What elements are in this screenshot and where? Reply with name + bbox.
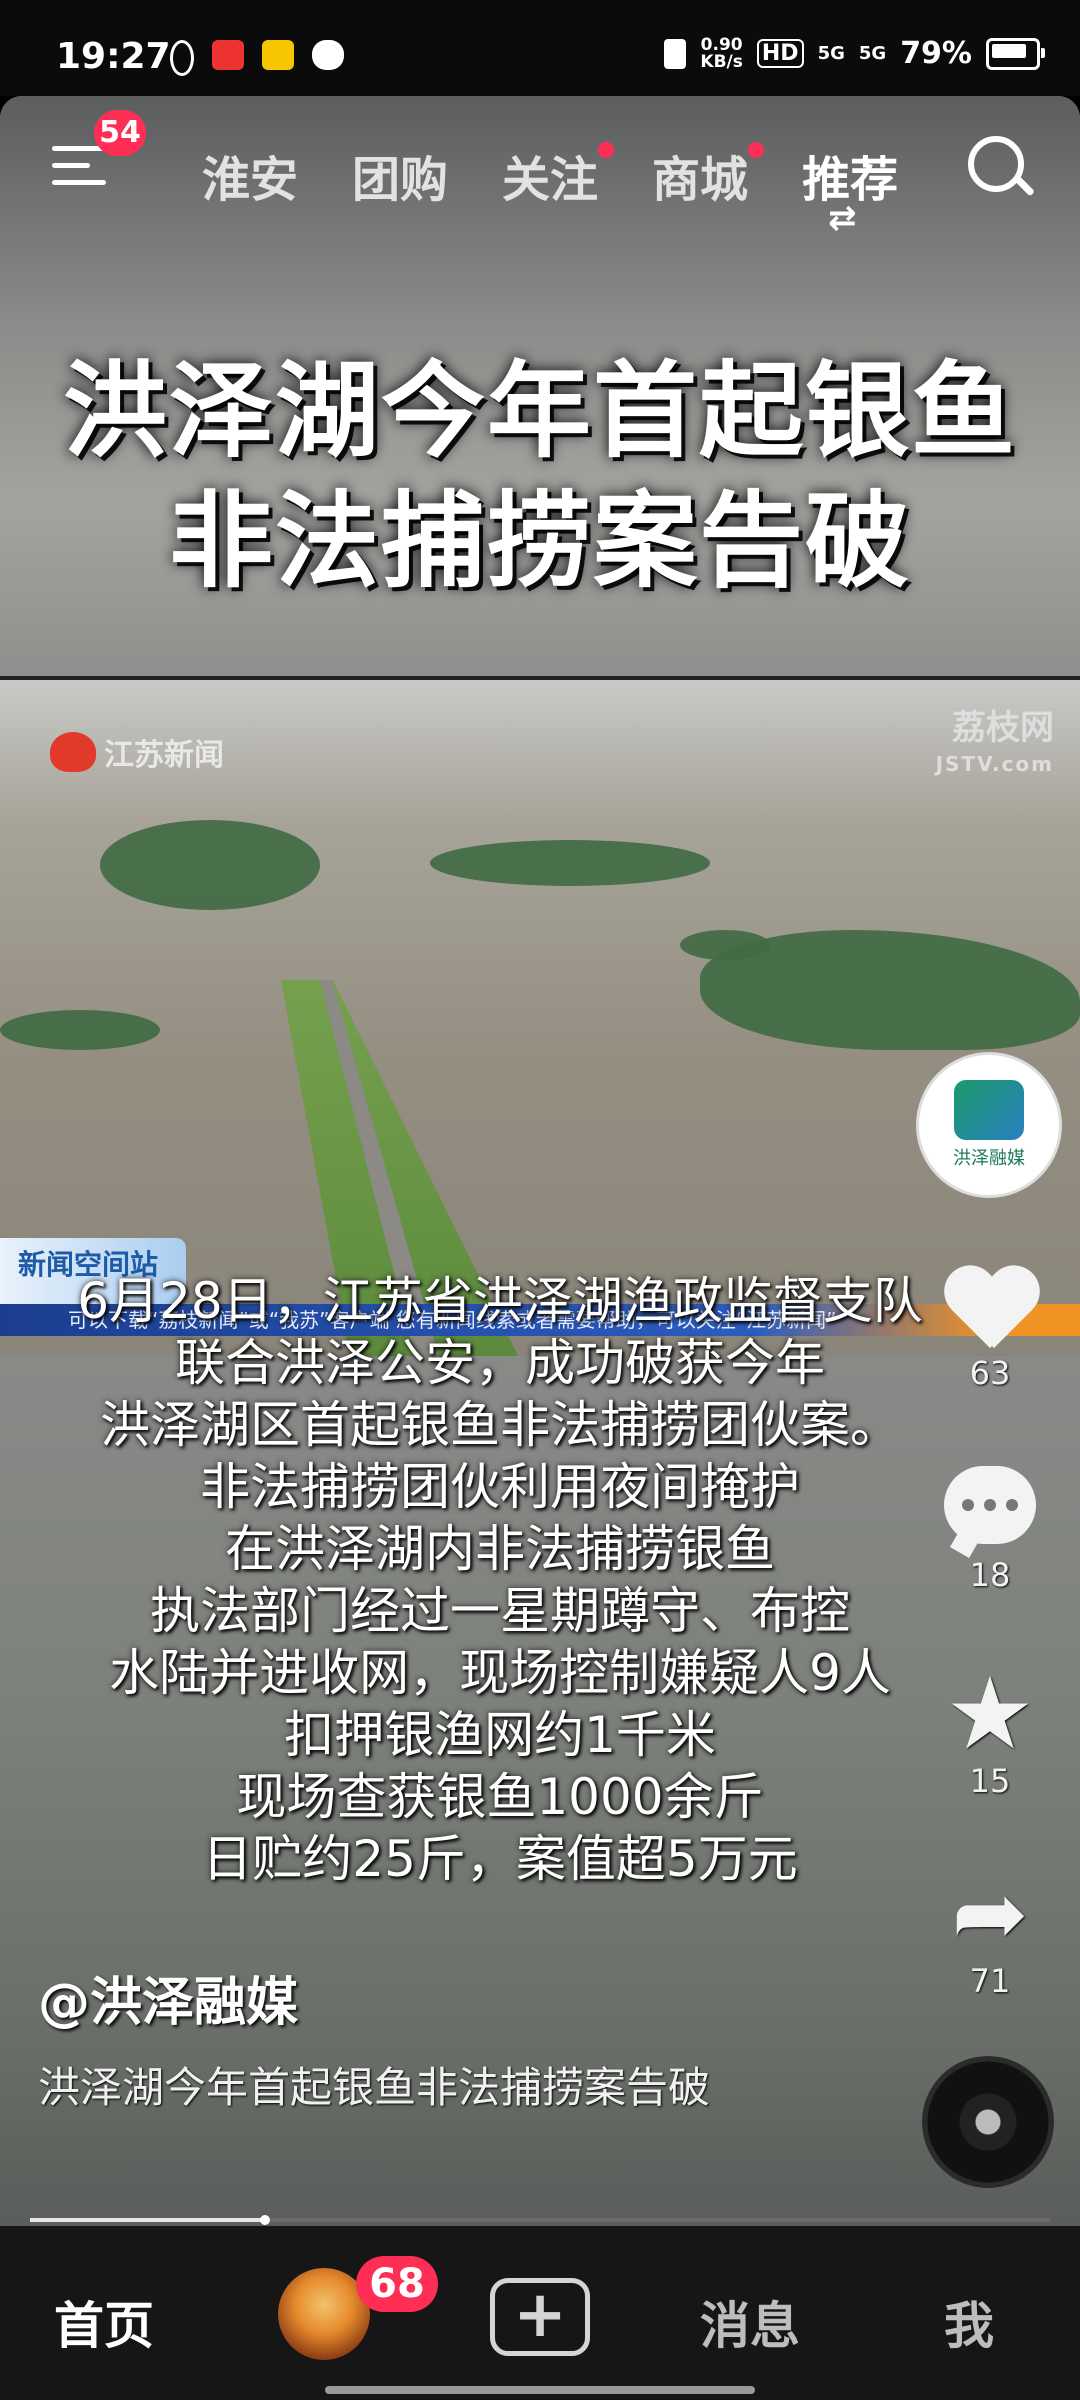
nav-home[interactable]: 首页 [54, 2286, 154, 2358]
caption-line: 现场查获银鱼1000余斤 [236, 1768, 764, 1826]
nav-me[interactable]: 我 [944, 2286, 994, 2358]
status-right: 0.90 KB/s HD 5G 5G 79% [664, 34, 1045, 72]
island-shape [430, 840, 710, 886]
video-player[interactable]: 洪泽湖今年首起银鱼 非法捕捞案告破 江苏新闻 荔枝网 JSTV.com 新闻空间… [0, 96, 1080, 2226]
jiangsu-news-logo-icon [50, 732, 96, 772]
heart-icon [942, 1268, 1038, 1354]
home-indicator[interactable] [325, 2386, 755, 2394]
status-bar: 19:27 0.90 KB/s HD 5G 5G 79% [0, 0, 1080, 96]
status-time: 19:27 [56, 36, 171, 77]
jstv-logo: 荔枝网 JSTV.com [935, 708, 1054, 776]
caption-line: 联合洪泽公安，成功破获今年 [175, 1334, 825, 1392]
menu-badge: 54 [94, 110, 146, 156]
hd-icon: HD [756, 39, 804, 68]
progress-knob[interactable] [259, 2215, 270, 2225]
island-shape [100, 820, 320, 910]
island-shape [0, 1010, 160, 1050]
hongze-media-logo-icon [954, 1080, 1024, 1140]
comment-count: 18 [969, 1556, 1011, 1594]
video-caption: 6月28日，江苏省洪泽湖渔政监督支队 联合洪泽公安，成功破获今年 洪泽湖区首起银鱼非… [0, 1270, 1000, 1890]
caption-line: 非法捕捞团伙利用夜间掩护 [200, 1458, 800, 1516]
new-dot [598, 142, 615, 158]
tiktok-notification-icon [170, 40, 194, 76]
nav-messages[interactable]: 消息 [700, 2286, 800, 2358]
island-shape [680, 930, 770, 960]
caption-line: 水陆并进收网，现场控制嫌疑人9人 [109, 1644, 891, 1702]
music-disc-icon[interactable] [922, 2056, 1054, 2188]
author-avatar[interactable]: 洪泽融媒 [916, 1052, 1062, 1198]
tab-following[interactable]: 关注 [502, 140, 615, 210]
top-nav: 54 淮安 团购 关注 商城 推荐 ⇄ [0, 96, 1080, 238]
caption-line: 6月28日，江苏省洪泽湖渔政监督支队 [77, 1272, 923, 1330]
star-icon: ★ [945, 1655, 1035, 1772]
caption-line: 在洪泽湖内非法捕捞银鱼 [225, 1520, 775, 1578]
tab-mall[interactable]: 商城 [652, 140, 765, 210]
swap-arrows-icon: ⇄ [828, 198, 857, 238]
video-title[interactable]: 洪泽湖今年首起银鱼非法捕捞案告破 [38, 2056, 818, 2120]
cloud-notification-icon [312, 40, 344, 70]
favorite-button[interactable]: ★ 15 [930, 1655, 1050, 1801]
signal-1-icon: 5G [817, 43, 845, 64]
share-arrow-icon: ➦ [951, 1860, 1029, 1967]
signal-2-icon: 5G [858, 43, 887, 64]
notification-icons [170, 40, 344, 76]
caption-line: 执法部门经过一星期蹲守、布控 [150, 1582, 850, 1640]
top-tabs: 淮安 团购 关注 商城 推荐 ⇄ [202, 140, 898, 238]
share-count: 71 [969, 1962, 1011, 2000]
share-button[interactable]: ➦ 71 [930, 1860, 1050, 2001]
author-name[interactable]: @洪泽融媒 [38, 1960, 298, 2035]
toutiao-notification-icon [212, 40, 244, 70]
create-plus-button[interactable]: + [490, 2278, 590, 2356]
caption-line: 日贮约25斤，案值超5万元 [202, 1830, 798, 1888]
new-dot [748, 142, 765, 158]
news-footage: 江苏新闻 荔枝网 JSTV.com 新闻空间站 可以下载“荔枝新闻”或“我苏”客… [0, 676, 1080, 1360]
like-button[interactable]: 63 [930, 1268, 1050, 1392]
search-icon[interactable] [968, 136, 1035, 200]
comment-button[interactable]: 18 [930, 1466, 1050, 1594]
battery-icon [986, 37, 1045, 70]
menu-icon[interactable] [52, 146, 106, 188]
bottom-nav: 首页 68 + 消息 我 [0, 2226, 1080, 2400]
friends-badge: 68 [356, 2256, 438, 2312]
tab-group-buy[interactable]: 团购 [352, 140, 448, 210]
progress-fill [30, 2218, 265, 2222]
caption-line: 洪泽湖区首起银鱼非法捕捞团伙案。 [100, 1396, 900, 1454]
video-headline: 洪泽湖今年首起银鱼 非法捕捞案告破 [62, 350, 1017, 602]
network-speed: 0.90 KB/s [700, 34, 743, 72]
weibo-notification-icon [262, 40, 294, 70]
caption-line: 扣押银渔网约1千米 [284, 1706, 716, 1764]
tab-huaian[interactable]: 淮安 [202, 140, 298, 210]
battery-percent: 79% [900, 36, 972, 71]
comment-icon [944, 1466, 1036, 1544]
jiangsu-news-logo: 江苏新闻 [50, 730, 224, 774]
like-count: 63 [969, 1354, 1011, 1392]
tab-recommend[interactable]: 推荐 ⇄ [802, 140, 898, 238]
contact-icon [664, 38, 687, 69]
